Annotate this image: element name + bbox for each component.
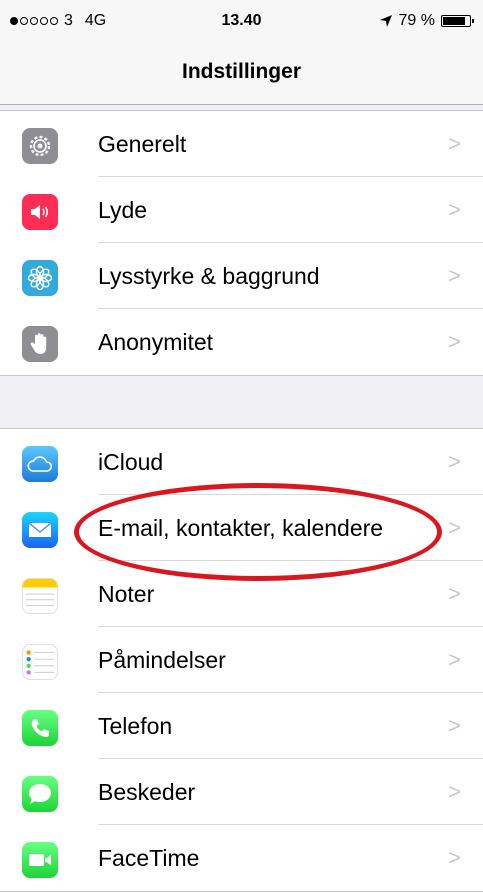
chevron-right-icon: > bbox=[448, 131, 461, 156]
settings-row-label: Lysstyrke & baggrund bbox=[98, 263, 320, 289]
settings-row-label: Beskeder bbox=[98, 779, 196, 805]
flower-icon bbox=[22, 260, 58, 296]
chevron-right-icon: > bbox=[448, 329, 461, 354]
settings-row-generelt[interactable]: Generelt > bbox=[0, 111, 483, 177]
settings-row-label: E-mail, kontakter, kalendere bbox=[98, 515, 384, 541]
chevron-right-icon: > bbox=[448, 515, 461, 540]
chevron-right-icon: > bbox=[448, 263, 461, 288]
settings-row-label: iCloud bbox=[98, 449, 164, 475]
cloud-icon bbox=[22, 446, 58, 482]
settings-row-icloud[interactable]: iCloud > bbox=[0, 429, 483, 495]
chevron-right-icon: > bbox=[448, 845, 461, 870]
battery-percentage: 79 % bbox=[398, 12, 435, 29]
status-right: 79 % bbox=[379, 12, 474, 30]
settings-row-lyde[interactable]: Lyde > bbox=[0, 177, 483, 243]
settings-group-apps: iCloud > E-mail, kontakter, kalendere > … bbox=[0, 428, 483, 892]
hand-icon bbox=[22, 326, 58, 362]
video-camera-icon bbox=[22, 842, 58, 878]
chevron-right-icon: > bbox=[448, 581, 461, 606]
navigation-bar: Indstillinger bbox=[0, 40, 483, 105]
status-bar: 3 4G 13.40 79 % bbox=[0, 0, 483, 40]
chevron-right-icon: > bbox=[448, 449, 461, 474]
chevron-right-icon: > bbox=[448, 779, 461, 804]
settings-group-system: Generelt > Lyde > Lysstyrke & baggrund > bbox=[0, 110, 483, 376]
settings-row-label: Noter bbox=[98, 581, 155, 607]
location-arrow-icon bbox=[379, 15, 392, 27]
envelope-icon bbox=[22, 512, 58, 548]
settings-row-label: Påmindelser bbox=[98, 647, 226, 673]
chevron-right-icon: > bbox=[448, 713, 461, 738]
settings-row-noter[interactable]: Noter > bbox=[0, 561, 483, 627]
settings-row-label: FaceTime bbox=[98, 845, 200, 871]
battery-icon bbox=[441, 15, 474, 27]
messages-icon bbox=[22, 776, 58, 812]
settings-row-anonymitet[interactable]: Anonymitet > bbox=[0, 309, 483, 375]
notes-icon bbox=[22, 578, 58, 614]
speaker-icon bbox=[22, 194, 58, 230]
settings-row-email-kontakter-kalendere[interactable]: E-mail, kontakter, kalendere > bbox=[0, 495, 483, 561]
settings-row-lysstyrke[interactable]: Lysstyrke & baggrund > bbox=[0, 243, 483, 309]
phone-icon bbox=[22, 710, 58, 746]
settings-row-facetime[interactable]: FaceTime > bbox=[0, 825, 483, 891]
settings-row-label: Anonymitet bbox=[98, 329, 214, 355]
settings-row-beskeder[interactable]: Beskeder > bbox=[0, 759, 483, 825]
settings-row-label: Telefon bbox=[98, 713, 173, 739]
chevron-right-icon: > bbox=[448, 647, 461, 672]
page-title: Indstillinger bbox=[181, 60, 301, 83]
settings-row-paamindelser[interactable]: Påmindelser > bbox=[0, 627, 483, 693]
chevron-right-icon: > bbox=[448, 197, 461, 222]
settings-row-telefon[interactable]: Telefon > bbox=[0, 693, 483, 759]
gear-icon bbox=[22, 128, 58, 164]
settings-row-label: Lyde bbox=[98, 197, 148, 223]
reminders-icon bbox=[22, 644, 58, 680]
settings-row-label: Generelt bbox=[98, 131, 187, 157]
